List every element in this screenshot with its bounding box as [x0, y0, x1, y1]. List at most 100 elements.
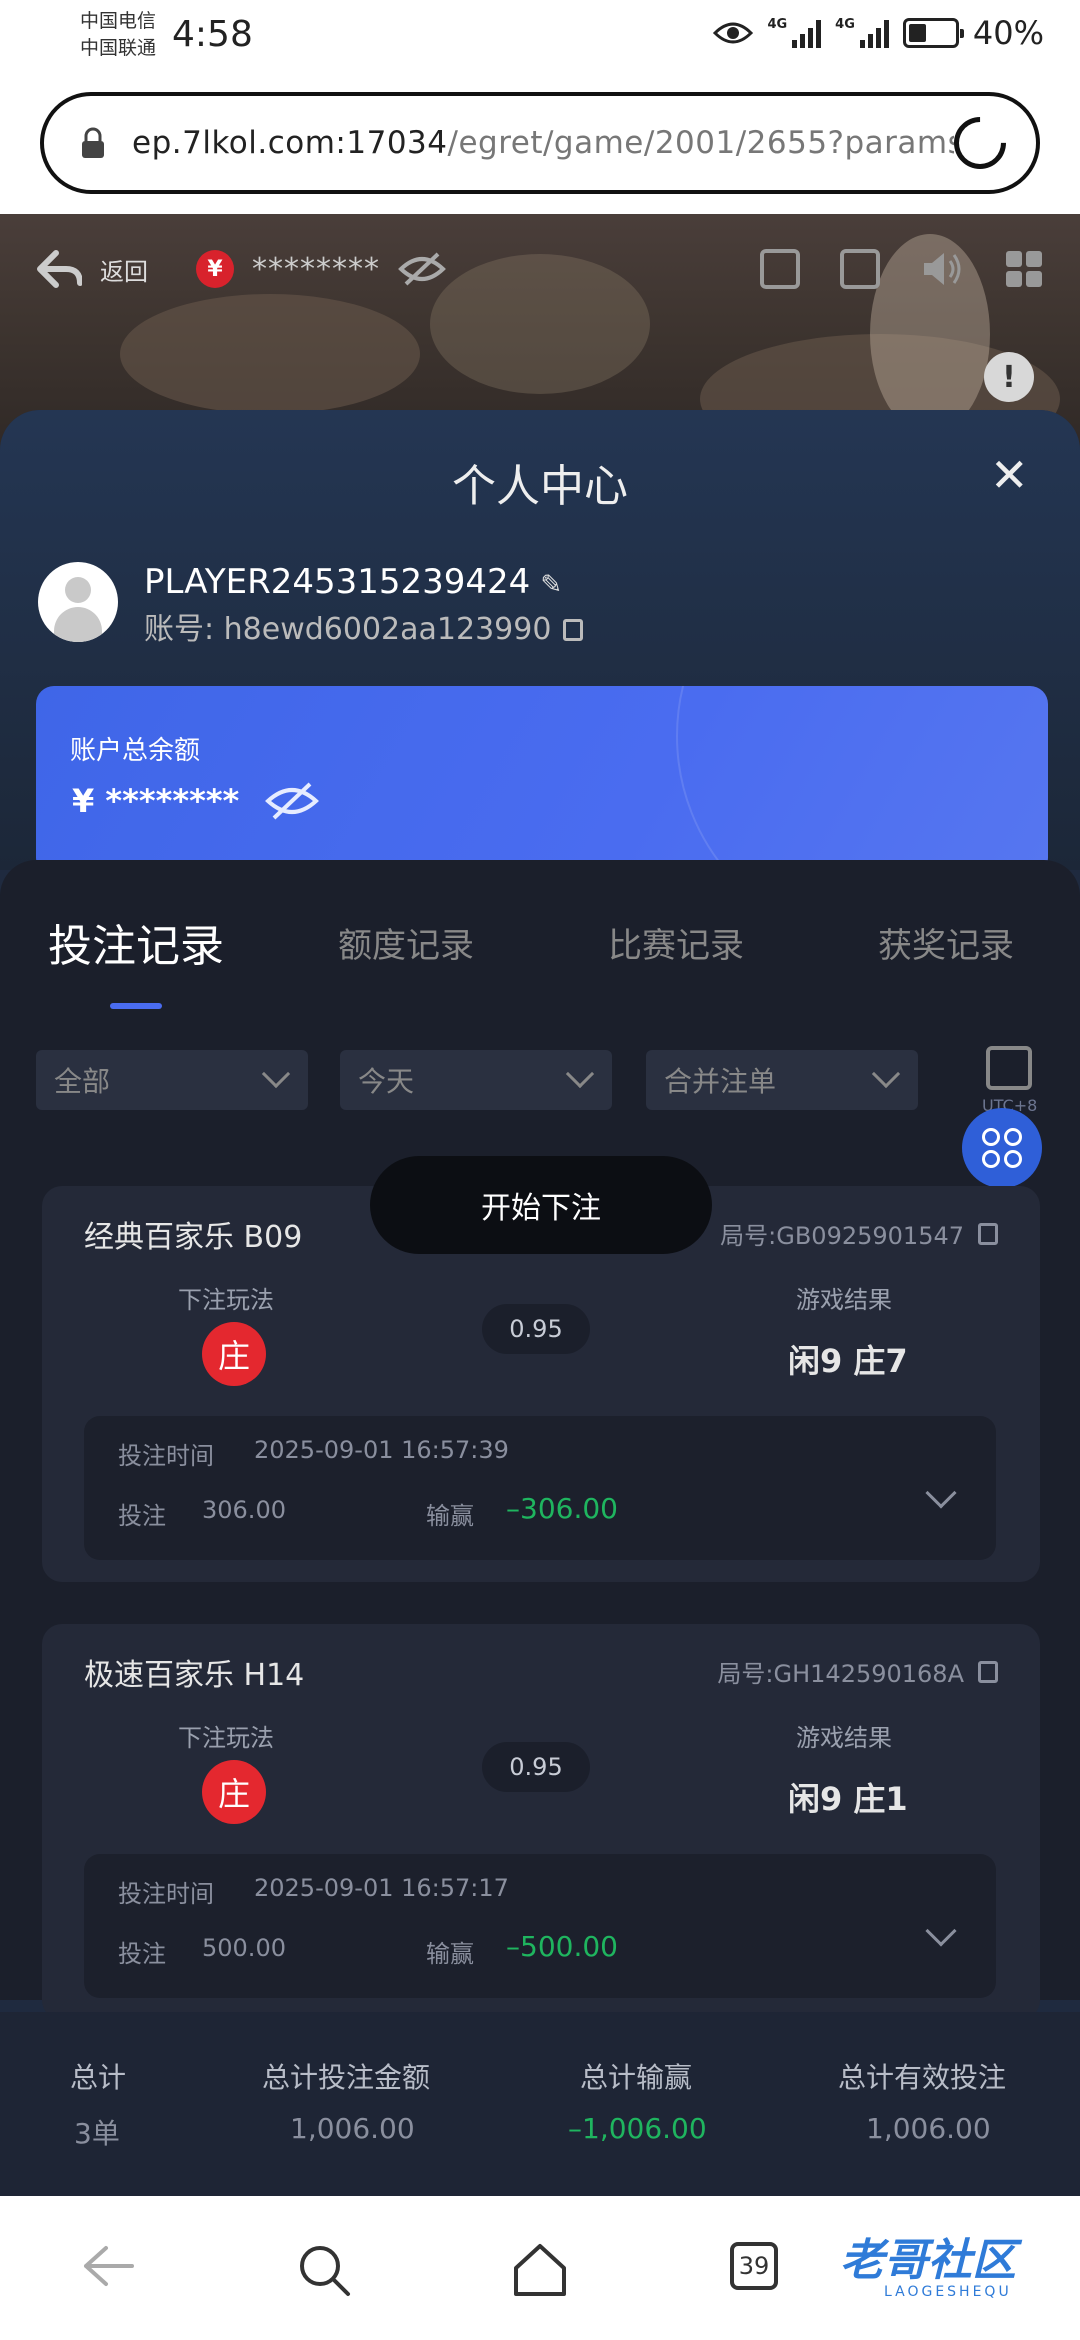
reload-icon[interactable]	[943, 106, 1017, 180]
menu-grid-icon[interactable]	[1004, 249, 1044, 289]
record-detail-box[interactable]: 投注时间 2025-09-01 16:57:39 投注 306.00 输赢 –3…	[84, 1416, 996, 1560]
carrier-names: 中国电信 中国联通	[80, 8, 156, 62]
edit-pencil-icon[interactable]: ✎	[540, 570, 562, 600]
tab-match-records[interactable]: 比赛记录	[608, 918, 744, 967]
balance-card: 账户总余额 ¥ ********	[36, 686, 1048, 876]
roadmap-icon[interactable]	[840, 249, 880, 289]
search-icon[interactable]	[296, 2242, 352, 2298]
menu-circles-icon	[982, 1128, 1022, 1168]
floating-menu-button[interactable]	[962, 1108, 1042, 1188]
bet-play-label: 下注玩法	[178, 1286, 274, 1314]
record-round-id: 局号:GH142590168A	[717, 1654, 998, 1689]
filter-row: 全部 今天 合并注单 UTC+8	[36, 1046, 1046, 1115]
yen-coin-icon: ¥	[196, 250, 234, 288]
player-name-text: PLAYER245315239424	[144, 562, 531, 602]
filter-merge-select[interactable]: 合并注单	[646, 1050, 918, 1110]
record-game-name: 极速百家乐 H14	[84, 1658, 305, 1693]
chevron-down-icon	[261, 1059, 291, 1089]
eye-slash-icon[interactable]	[398, 252, 446, 286]
filter-type-select[interactable]: 全部	[36, 1050, 308, 1110]
bet-record-card: 极速百家乐 H14 局号:GH142590168A 下注玩法 游戏结果 庄 0.…	[42, 1624, 1040, 2020]
browser-bottom-nav: 39 老哥社区 LAOGESHEQU	[0, 2196, 1080, 2340]
balance-label: 账户总余额	[70, 736, 201, 766]
eye-comfort-icon	[713, 22, 754, 44]
account-id-text: 账号: h8ewd6002aa123990	[144, 612, 552, 647]
game-result-value: 闲9 庄1	[788, 1780, 908, 1818]
bet-amount-value: 500.00	[202, 1934, 286, 1962]
record-tabs: 投注记录 额度记录 比赛记录 获奖记录	[0, 918, 1080, 1009]
browser-toolbar: ep.7lkol.com:17034/egret/game/2001/2655?…	[0, 80, 1080, 214]
chevron-down-icon[interactable]	[925, 1477, 957, 1509]
back-arrow-icon[interactable]	[36, 249, 82, 289]
win-loss-value: –500.00	[506, 1930, 618, 1963]
chevron-down-icon[interactable]	[925, 1915, 957, 1947]
record-detail-box[interactable]: 投注时间 2025-09-01 16:57:17 投注 500.00 输赢 –5…	[84, 1854, 996, 1998]
url-host: ep.7lkol.com:17034	[132, 125, 448, 161]
record-round-id-text: 局号:GH142590168A	[717, 1660, 964, 1688]
copy-icon[interactable]	[978, 1660, 998, 1683]
bet-time-value: 2025-09-01 16:57:17	[254, 1874, 509, 1902]
calendar-icon[interactable]	[986, 1046, 1032, 1090]
masked-balance: ********	[252, 251, 380, 287]
record-game-name: 经典百家乐 B09	[84, 1220, 303, 1255]
close-icon[interactable]: ✕	[990, 448, 1029, 502]
url-text[interactable]: ep.7lkol.com:17034/egret/game/2001/2655?…	[132, 125, 954, 161]
tab-bet-records[interactable]: 投注记录	[48, 910, 224, 974]
bet-time-value: 2025-09-01 16:57:39	[254, 1436, 509, 1464]
avatar[interactable]	[38, 562, 118, 642]
tab-credit-records[interactable]: 额度记录	[338, 918, 474, 967]
personal-center-panel: 个人中心 ✕ PLAYER245315239424 ✎ 账号: h8ewd6002…	[0, 410, 1080, 2244]
back-label[interactable]: 返回	[100, 252, 148, 287]
speaker-icon[interactable]	[920, 249, 964, 289]
game-top-bar: 返回 ¥ ********	[0, 214, 1080, 324]
records-sheet: 投注记录 额度记录 比赛记录 获奖记录 全部 今天 合并注单 UTC+8 经典百…	[0, 860, 1080, 2020]
record-round-id-text: 局号:GB0925901547	[720, 1222, 964, 1250]
watermark-sub: LAOGESHEQU	[884, 2284, 1012, 2300]
total-bet-label: 总计投注金额	[262, 2061, 431, 2094]
balance-value: ¥ ********	[72, 782, 320, 820]
alert-icon[interactable]: !	[984, 352, 1034, 402]
game-result-label: 游戏结果	[796, 1724, 892, 1752]
filter-date-value: 今天	[358, 1065, 415, 1098]
bet-amount-value: 306.00	[202, 1496, 286, 1524]
status-bar: 中国电信 中国联通 4:58 4G 4G 40%	[0, 0, 1080, 80]
watermark-logo: 老哥社区	[840, 2235, 1016, 2286]
bet-amount-label: 投注	[118, 1502, 166, 1530]
signal-icon-2: 4G	[835, 18, 889, 48]
panel-title: 个人中心	[452, 461, 628, 512]
balance-value-text: ¥ ********	[72, 782, 240, 820]
status-icons: 4G 4G 40%	[713, 14, 1044, 52]
chevron-down-icon	[565, 1059, 595, 1089]
records-icon[interactable]	[760, 249, 800, 289]
tab-prize-records[interactable]: 获奖记录	[878, 918, 1014, 967]
total-winloss-label: 总计输赢	[580, 2061, 693, 2094]
chevron-down-icon	[871, 1059, 901, 1089]
tabs-count-button[interactable]: 39	[730, 2242, 778, 2290]
eye-slash-icon[interactable]	[264, 782, 320, 820]
bet-time-label: 投注时间	[118, 1880, 214, 1908]
account-id: 账号: h8ewd6002aa123990	[144, 604, 584, 648]
game-result-label: 游戏结果	[796, 1286, 892, 1314]
bet-play-label: 下注玩法	[178, 1724, 274, 1752]
total-valid-label: 总计有效投注	[838, 2061, 1007, 2094]
carrier-2: 中国联通	[80, 37, 157, 59]
filter-merge-value: 合并注单	[664, 1065, 777, 1098]
carrier-1: 中国电信	[80, 10, 157, 32]
total-bet-value: 1,006.00	[290, 2112, 415, 2145]
signal-icon-1: 4G	[767, 18, 822, 48]
copy-icon[interactable]	[563, 619, 584, 641]
copy-icon[interactable]	[978, 1222, 998, 1245]
lock-icon	[82, 127, 104, 158]
totals-bar: 总计 3单 总计投注金额 1,006.00 总计输赢 –1,006.00 总计有…	[0, 2012, 1080, 2196]
win-loss-label: 输赢	[426, 1940, 474, 1968]
player-name: PLAYER245315239424 ✎	[144, 562, 562, 602]
filter-date-select[interactable]: 今天	[340, 1050, 612, 1110]
total-count-value: 3单	[74, 2117, 120, 2150]
back-arrow-icon[interactable]	[80, 2242, 136, 2290]
battery-percent: 40%	[972, 14, 1044, 52]
home-icon[interactable]	[510, 2242, 570, 2298]
bet-time-label: 投注时间	[118, 1442, 214, 1470]
address-bar[interactable]: ep.7lkol.com:17034/egret/game/2001/2655?…	[40, 92, 1040, 194]
clock: 4:58	[172, 14, 253, 55]
filter-type-value: 全部	[54, 1065, 111, 1098]
